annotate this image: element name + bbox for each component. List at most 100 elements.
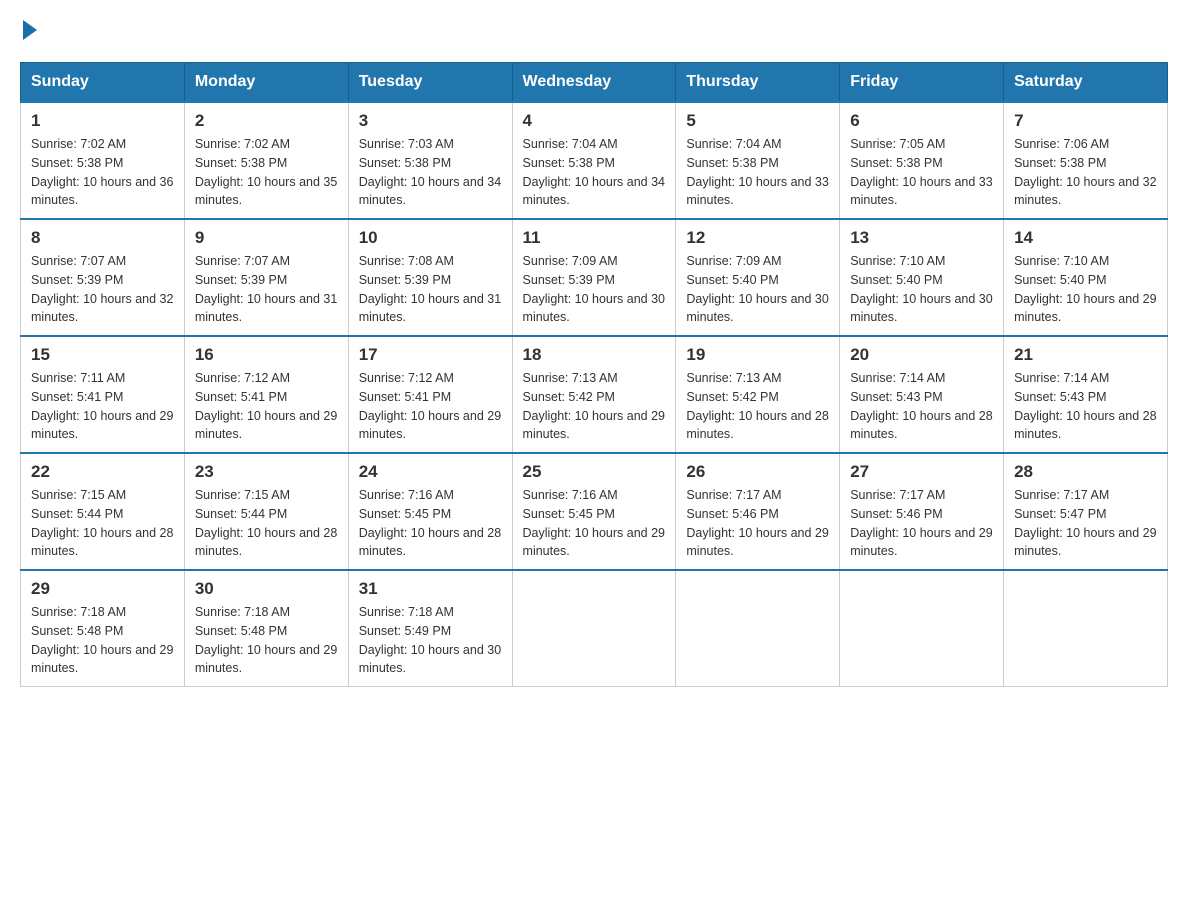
day-info: Sunrise: 7:15 AMSunset: 5:44 PMDaylight:… <box>195 486 338 561</box>
day-info: Sunrise: 7:06 AMSunset: 5:38 PMDaylight:… <box>1014 135 1157 210</box>
day-number: 23 <box>195 462 338 482</box>
calendar-cell: 8 Sunrise: 7:07 AMSunset: 5:39 PMDaylight… <box>21 219 185 336</box>
calendar-cell: 10 Sunrise: 7:08 AMSunset: 5:39 PMDayligh… <box>348 219 512 336</box>
calendar-cell: 3Sunrise: 7:03 AMSunset: 5:38 PMDaylight… <box>348 102 512 219</box>
day-number: 15 <box>31 345 174 365</box>
calendar-cell: 26Sunrise: 7:17 AMSunset: 5:46 PMDayligh… <box>676 453 840 570</box>
day-number: 1 <box>31 111 174 131</box>
day-number: 21 <box>1014 345 1157 365</box>
day-info: Sunrise: 7:14 AMSunset: 5:43 PMDaylight:… <box>850 369 993 444</box>
day-info: Sunrise: 7:14 AMSunset: 5:43 PMDaylight:… <box>1014 369 1157 444</box>
calendar-cell: 9 Sunrise: 7:07 AMSunset: 5:39 PMDaylight… <box>184 219 348 336</box>
calendar-cell: 29Sunrise: 7:18 AMSunset: 5:48 PMDayligh… <box>21 570 185 687</box>
day-info: Sunrise: 7:13 AMSunset: 5:42 PMDaylight:… <box>686 369 829 444</box>
day-number: 12 <box>686 228 829 248</box>
calendar-cell: 23 Sunrise: 7:15 AMSunset: 5:44 PMDayligh… <box>184 453 348 570</box>
day-info: Sunrise: 7:02 AMSunset: 5:38 PMDaylight:… <box>195 135 338 210</box>
day-info: Sunrise: 7:03 AMSunset: 5:38 PMDaylight:… <box>359 135 502 210</box>
weekday-header-wednesday: Wednesday <box>512 63 676 103</box>
calendar-cell <box>840 570 1004 687</box>
day-info: Sunrise: 7:17 AMSunset: 5:47 PMDaylight:… <box>1014 486 1157 561</box>
day-number: 20 <box>850 345 993 365</box>
calendar-cell: 1 Sunrise: 7:02 AMSunset: 5:38 PMDaylight… <box>21 102 185 219</box>
day-info: Sunrise: 7:09 AMSunset: 5:40 PMDaylight:… <box>686 252 829 327</box>
day-info: Sunrise: 7:16 AMSunset: 5:45 PMDaylight:… <box>523 486 666 561</box>
calendar-cell: 27Sunrise: 7:17 AMSunset: 5:46 PMDayligh… <box>840 453 1004 570</box>
day-info: Sunrise: 7:12 AMSunset: 5:41 PMDaylight:… <box>359 369 502 444</box>
calendar-cell: 25Sunrise: 7:16 AMSunset: 5:45 PMDayligh… <box>512 453 676 570</box>
calendar-cell: 24 Sunrise: 7:16 AMSunset: 5:45 PMDayligh… <box>348 453 512 570</box>
day-number: 29 <box>31 579 174 599</box>
day-number: 10 <box>359 228 502 248</box>
calendar-cell: 4 Sunrise: 7:04 AMSunset: 5:38 PMDaylight… <box>512 102 676 219</box>
weekday-header-tuesday: Tuesday <box>348 63 512 103</box>
calendar-cell: 31 Sunrise: 7:18 AMSunset: 5:49 PMDayligh… <box>348 570 512 687</box>
calendar-cell: 13 Sunrise: 7:10 AMSunset: 5:40 PMDayligh… <box>840 219 1004 336</box>
day-info: Sunrise: 7:16 AMSunset: 5:45 PMDaylight:… <box>359 486 502 561</box>
calendar-table: SundayMondayTuesdayWednesdayThursdayFrid… <box>20 62 1168 687</box>
day-number: 17 <box>359 345 502 365</box>
day-info: Sunrise: 7:11 AMSunset: 5:41 PMDaylight:… <box>31 369 174 444</box>
calendar-cell: 22 Sunrise: 7:15 AMSunset: 5:44 PMDayligh… <box>21 453 185 570</box>
calendar-week-row: 8 Sunrise: 7:07 AMSunset: 5:39 PMDaylight… <box>21 219 1168 336</box>
calendar-cell: 28 Sunrise: 7:17 AMSunset: 5:47 PMDayligh… <box>1004 453 1168 570</box>
day-number: 31 <box>359 579 502 599</box>
calendar-cell: 6Sunrise: 7:05 AMSunset: 5:38 PMDaylight… <box>840 102 1004 219</box>
day-info: Sunrise: 7:17 AMSunset: 5:46 PMDaylight:… <box>850 486 993 561</box>
day-info: Sunrise: 7:09 AMSunset: 5:39 PMDaylight:… <box>523 252 666 327</box>
day-info: Sunrise: 7:08 AMSunset: 5:39 PMDaylight:… <box>359 252 502 327</box>
logo-arrow-icon <box>23 20 37 40</box>
day-number: 7 <box>1014 111 1157 131</box>
day-info: Sunrise: 7:17 AMSunset: 5:46 PMDaylight:… <box>686 486 829 561</box>
day-info: Sunrise: 7:12 AMSunset: 5:41 PMDaylight:… <box>195 369 338 444</box>
calendar-cell: 19 Sunrise: 7:13 AMSunset: 5:42 PMDayligh… <box>676 336 840 453</box>
day-number: 30 <box>195 579 338 599</box>
day-info: Sunrise: 7:07 AMSunset: 5:39 PMDaylight:… <box>31 252 174 327</box>
day-info: Sunrise: 7:07 AMSunset: 5:39 PMDaylight:… <box>195 252 338 327</box>
weekday-header-thursday: Thursday <box>676 63 840 103</box>
day-number: 22 <box>31 462 174 482</box>
calendar-cell: 14 Sunrise: 7:10 AMSunset: 5:40 PMDayligh… <box>1004 219 1168 336</box>
day-number: 28 <box>1014 462 1157 482</box>
calendar-cell: 18 Sunrise: 7:13 AMSunset: 5:42 PMDayligh… <box>512 336 676 453</box>
day-info: Sunrise: 7:02 AMSunset: 5:38 PMDaylight:… <box>31 135 174 210</box>
day-number: 9 <box>195 228 338 248</box>
day-number: 13 <box>850 228 993 248</box>
day-number: 14 <box>1014 228 1157 248</box>
day-number: 24 <box>359 462 502 482</box>
calendar-cell: 2Sunrise: 7:02 AMSunset: 5:38 PMDaylight… <box>184 102 348 219</box>
day-info: Sunrise: 7:05 AMSunset: 5:38 PMDaylight:… <box>850 135 993 210</box>
day-number: 18 <box>523 345 666 365</box>
calendar-week-row: 22 Sunrise: 7:15 AMSunset: 5:44 PMDayligh… <box>21 453 1168 570</box>
day-info: Sunrise: 7:10 AMSunset: 5:40 PMDaylight:… <box>850 252 993 327</box>
weekday-header-saturday: Saturday <box>1004 63 1168 103</box>
weekday-header-friday: Friday <box>840 63 1004 103</box>
weekday-header-monday: Monday <box>184 63 348 103</box>
logo <box>20 20 37 42</box>
calendar-cell <box>676 570 840 687</box>
calendar-body: 1 Sunrise: 7:02 AMSunset: 5:38 PMDaylight… <box>21 102 1168 687</box>
calendar-header-row: SundayMondayTuesdayWednesdayThursdayFrid… <box>21 63 1168 103</box>
calendar-cell: 12 Sunrise: 7:09 AMSunset: 5:40 PMDayligh… <box>676 219 840 336</box>
calendar-cell: 15 Sunrise: 7:11 AMSunset: 5:41 PMDayligh… <box>21 336 185 453</box>
calendar-cell: 11Sunrise: 7:09 AMSunset: 5:39 PMDayligh… <box>512 219 676 336</box>
day-info: Sunrise: 7:15 AMSunset: 5:44 PMDaylight:… <box>31 486 174 561</box>
day-info: Sunrise: 7:18 AMSunset: 5:49 PMDaylight:… <box>359 603 502 678</box>
day-info: Sunrise: 7:18 AMSunset: 5:48 PMDaylight:… <box>195 603 338 678</box>
calendar-cell: 5Sunrise: 7:04 AMSunset: 5:38 PMDaylight… <box>676 102 840 219</box>
day-info: Sunrise: 7:10 AMSunset: 5:40 PMDaylight:… <box>1014 252 1157 327</box>
page-header <box>20 20 1168 42</box>
day-number: 19 <box>686 345 829 365</box>
calendar-cell: 30 Sunrise: 7:18 AMSunset: 5:48 PMDayligh… <box>184 570 348 687</box>
day-info: Sunrise: 7:04 AMSunset: 5:38 PMDaylight:… <box>523 135 666 210</box>
calendar-cell: 17 Sunrise: 7:12 AMSunset: 5:41 PMDayligh… <box>348 336 512 453</box>
calendar-week-row: 1 Sunrise: 7:02 AMSunset: 5:38 PMDaylight… <box>21 102 1168 219</box>
calendar-cell <box>1004 570 1168 687</box>
day-number: 8 <box>31 228 174 248</box>
day-number: 4 <box>523 111 666 131</box>
day-info: Sunrise: 7:13 AMSunset: 5:42 PMDaylight:… <box>523 369 666 444</box>
calendar-cell <box>512 570 676 687</box>
calendar-cell: 16Sunrise: 7:12 AMSunset: 5:41 PMDayligh… <box>184 336 348 453</box>
calendar-week-row: 29 Sunrise: 7:18 AMSunset: 5:48 PMDayligh… <box>21 570 1168 687</box>
calendar-cell: 7 Sunrise: 7:06 AMSunset: 5:38 PMDaylight… <box>1004 102 1168 219</box>
